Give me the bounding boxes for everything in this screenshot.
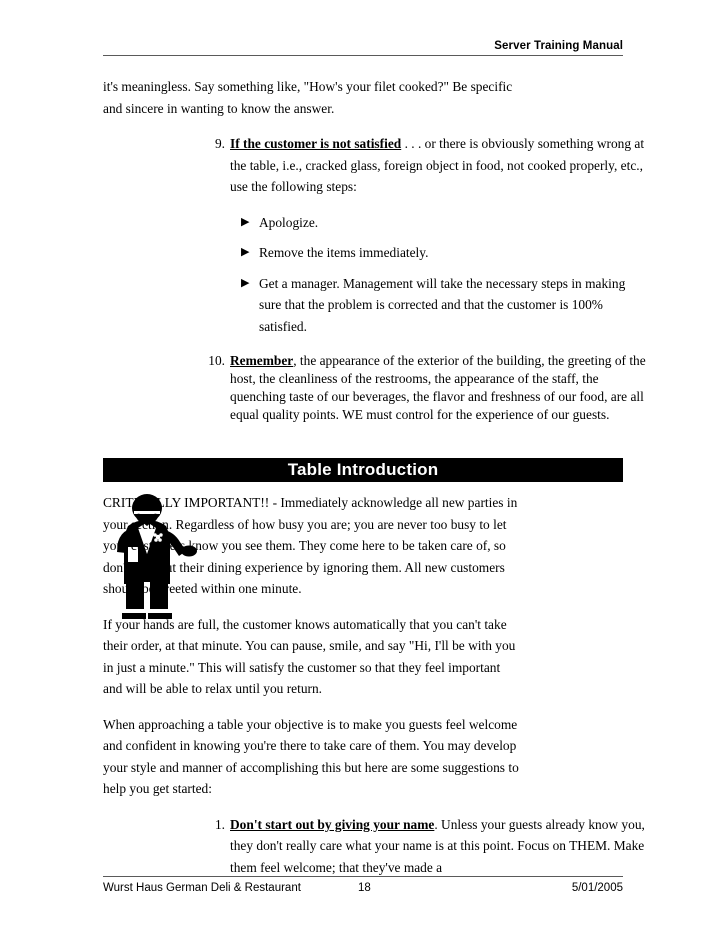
numbered-list-continued-2: 10. Remember, the appearance of the exte… (103, 352, 645, 424)
list-item-lead-in: Remember (230, 353, 294, 368)
footer-page-number: 18 (358, 882, 371, 894)
list-item: ▶ Get a manager. Management will take th… (241, 273, 641, 338)
triangle-bullet-icon: ▶ (241, 246, 250, 258)
table-intro-paragraph: When approaching a table your objective … (103, 716, 519, 797)
footer-restaurant-name: Wurst Haus German Deli & Restaurant (103, 882, 301, 894)
list-item: 9. If the customer is not satisfied . . … (205, 133, 648, 198)
document-page: Server Training Manual it's meaningless.… (0, 0, 728, 943)
header-divider (103, 55, 623, 56)
footer-date: 5/01/2005 (571, 882, 623, 894)
bullet-text: Apologize. (259, 214, 319, 230)
list-item-lead-in: Don't start out by giving your name (230, 816, 435, 832)
page-content: it's meaningless. Say something like, "H… (103, 76, 646, 424)
list-item: ▶ Remove the items immediately. (241, 242, 641, 264)
triangle-bullet-icon: ▶ (241, 276, 250, 289)
table-intro-paragraph: If your hands are full, the customer kno… (103, 616, 516, 697)
bullet-list: ▶ Apologize. ▶ Remove the items immediat… (103, 212, 625, 338)
footer-row: Wurst Haus German Deli & Restaurant 18 5… (103, 882, 623, 898)
suggestions-list: 1. Don't start out by giving your name. … (103, 814, 645, 879)
list-item: 1. Don't start out by giving your name. … (205, 814, 648, 879)
list-item-text: , the appearance of the exterior of the … (230, 353, 646, 422)
page-footer: Wurst Haus German Deli & Restaurant 18 5… (103, 876, 623, 898)
header-title: Server Training Manual (494, 40, 623, 52)
list-marker: 10. (208, 353, 225, 368)
numbered-list-continued: 9. If the customer is not satisfied . . … (103, 133, 644, 198)
list-item-lead-in: If the customer is not satisfied (230, 136, 402, 151)
page-header: Server Training Manual (103, 40, 623, 56)
list-item: ▶ Apologize. (241, 212, 641, 234)
list-marker: 9. (214, 136, 225, 151)
section-banner-title: Table Introduction (287, 460, 439, 479)
triangle-bullet-icon: ▶ (241, 215, 250, 228)
section-banner: Table Introduction (103, 458, 623, 482)
bullet-text: Remove the items immediately. (259, 245, 429, 260)
list-marker: 1. (214, 816, 225, 832)
table-intro-content: CRITICALLY IMPORTANT!! - Immediately ack… (103, 492, 645, 879)
table-intro-paragraph: CRITICALLY IMPORTANT!! - Immediately ack… (103, 495, 518, 596)
list-item: 10. Remember, the appearance of the exte… (205, 352, 648, 424)
bullet-text: Get a manager. Management will take the … (259, 275, 626, 334)
continued-paragraph: it's meaningless. Say something like, "H… (103, 79, 513, 116)
footer-divider (103, 876, 623, 877)
